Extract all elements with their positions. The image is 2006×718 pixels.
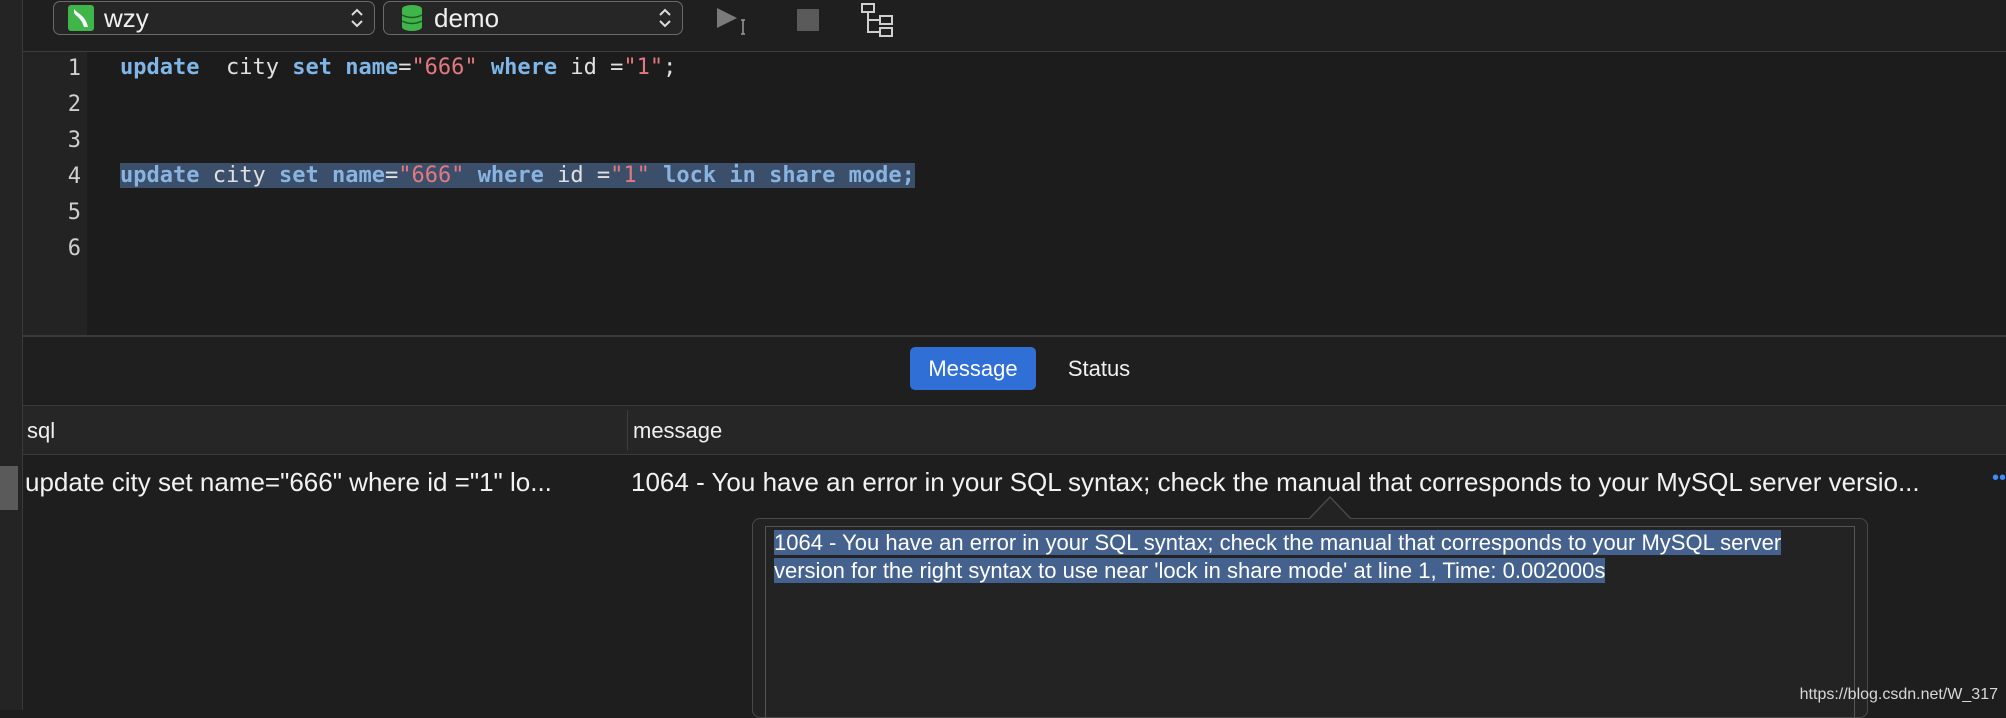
column-divider[interactable] (627, 410, 628, 450)
editor-line[interactable]: 2 (23, 88, 2006, 124)
sql-text: city (199, 163, 279, 188)
tab-message[interactable]: Message (910, 347, 1036, 390)
sql-keyword: set (278, 163, 319, 188)
line-number: 3 (67, 128, 81, 153)
popover-text: 1064 - You have an error in your SQL syn… (774, 530, 1782, 583)
sql-keyword: name (331, 163, 385, 188)
cell-message[interactable]: 1064 - You have an error in your SQL syn… (631, 467, 1920, 498)
database-selector[interactable]: demo (383, 1, 683, 35)
column-header-sql[interactable]: sql (27, 418, 55, 444)
sql-string: "666" (411, 55, 478, 80)
connection-label: wzy (104, 2, 149, 33)
editor-line[interactable]: 6 (23, 232, 2006, 268)
explain-icon (861, 3, 893, 37)
connection-selector[interactable]: wzy (53, 1, 375, 35)
column-header-message[interactable]: message (633, 418, 722, 444)
message-popover: 1064 - You have an error in your SQL syn… (752, 518, 1868, 718)
sql-string: "1" (610, 163, 650, 188)
more-icon[interactable]: •• (1992, 467, 2006, 489)
chevron-updown-icon (659, 8, 671, 28)
sql-text: ; (663, 55, 677, 80)
sql-text: = (398, 55, 412, 80)
sql-string: "1" (623, 55, 664, 80)
line-number: 2 (67, 92, 81, 117)
sql-keyword: update (120, 163, 200, 188)
tab-status[interactable]: Status (1051, 347, 1147, 390)
popover-textarea[interactable]: 1064 - You have an error in your SQL syn… (765, 526, 1855, 717)
code-text: update city set name="666" where id ="1"… (120, 55, 676, 80)
sql-text: city (199, 55, 293, 80)
sql-keyword: set (292, 55, 332, 80)
toolbar: wzy demo (23, 0, 2006, 52)
code-text: update city set name="666" where id ="1"… (120, 163, 915, 188)
stop-button[interactable] (788, 2, 828, 38)
sql-string: "666" (398, 163, 465, 188)
sql-keyword: where (490, 55, 558, 80)
database-icon (401, 5, 423, 31)
table-header: sql message (23, 406, 2006, 455)
sql-keyword: where (477, 163, 544, 188)
sql-keyword: lock in share mode; (663, 163, 915, 188)
editor-line[interactable]: 4 update city set name="666" where id ="1… (23, 160, 2006, 196)
cell-sql[interactable]: update city set name="666" where id ="1"… (25, 467, 552, 498)
sql-keyword: update (120, 55, 200, 80)
run-button[interactable] (708, 2, 758, 38)
connection-icon (68, 5, 94, 31)
database-label: demo (434, 2, 500, 33)
sql-text: id = (543, 163, 611, 188)
line-number: 6 (67, 236, 81, 261)
watermark: https://blog.csdn.net/W_317 (1799, 686, 1998, 703)
left-rail (0, 0, 23, 710)
editor-line[interactable]: 3 (23, 124, 2006, 160)
result-tabs: Message Status (23, 337, 2006, 406)
editor-line[interactable]: 5 (23, 196, 2006, 232)
explain-button[interactable] (853, 2, 903, 38)
stop-icon (797, 9, 819, 31)
sql-text: = (384, 163, 399, 188)
run-icon (717, 8, 745, 35)
table-row[interactable]: update city set name="666" where id ="1"… (23, 455, 2006, 507)
popover-arrow-inner (1309, 498, 1351, 520)
sql-editor[interactable]: 1 update city set name="666" where id ="1… (23, 52, 2006, 337)
sql-keyword: name (345, 55, 399, 80)
sidebar-scroll-thumb[interactable] (0, 466, 18, 510)
line-number: 1 (67, 56, 81, 81)
chevron-updown-icon (351, 8, 363, 28)
editor-line[interactable]: 1 update city set name="666" where id ="1… (23, 52, 2006, 88)
line-number: 4 (67, 164, 81, 189)
sql-text: id = (557, 55, 624, 80)
line-number: 5 (67, 200, 81, 225)
